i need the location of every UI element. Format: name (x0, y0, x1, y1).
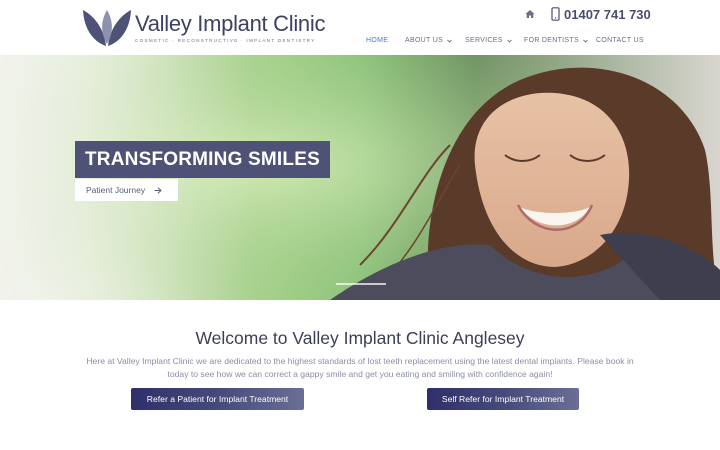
arrow-right-icon (154, 186, 162, 194)
phone-number[interactable]: 01407 741 730 (564, 7, 651, 22)
nav-label: FOR DENTISTS (524, 37, 579, 44)
self-refer-button[interactable]: Self Refer for Implant Treatment (427, 388, 579, 410)
mobile-phone-icon (551, 7, 560, 21)
welcome-text: Here at Valley Implant Clinic we are ded… (86, 356, 634, 379)
nav-item-services[interactable]: SERVICES (465, 37, 512, 44)
hero-title: TRANSFORMING SMILES (75, 141, 330, 178)
welcome-title: Welcome to Valley Implant Clinic Anglese… (195, 328, 525, 348)
chevron-down-icon (447, 39, 452, 43)
slider-indicator[interactable] (336, 283, 386, 285)
patient-journey-label: Patient Journey (86, 185, 146, 195)
nav-label: CONTACT US (596, 37, 644, 44)
chevron-down-icon (506, 39, 512, 43)
nav-label: SERVICES (465, 37, 503, 44)
nav-item-about-us[interactable]: ABOUT US (405, 37, 452, 44)
logo-name: Valley Implant Clinic (135, 11, 326, 36)
site-header: Valley Implant Clinic COSMETIC · RECONST… (0, 0, 720, 55)
home-icon[interactable] (525, 9, 535, 19)
refer-patient-button[interactable]: Refer a Patient for Implant Treatment (131, 388, 304, 410)
main-nav: HOME ABOUT US SERVICES FOR DENTISTS CONT… (0, 37, 720, 49)
hero-slider: TRANSFORMING SMILES Patient Journey (0, 55, 720, 300)
nav-label: ABOUT US (405, 37, 444, 44)
nav-item-for-dentists[interactable]: FOR DENTISTS (524, 37, 588, 44)
chevron-down-icon (583, 39, 588, 43)
nav-item-home[interactable]: HOME (366, 37, 388, 44)
nav-item-contact-us[interactable]: CONTACT US (596, 37, 644, 44)
patient-journey-button[interactable]: Patient Journey (75, 179, 178, 201)
nav-label: HOME (366, 37, 389, 44)
